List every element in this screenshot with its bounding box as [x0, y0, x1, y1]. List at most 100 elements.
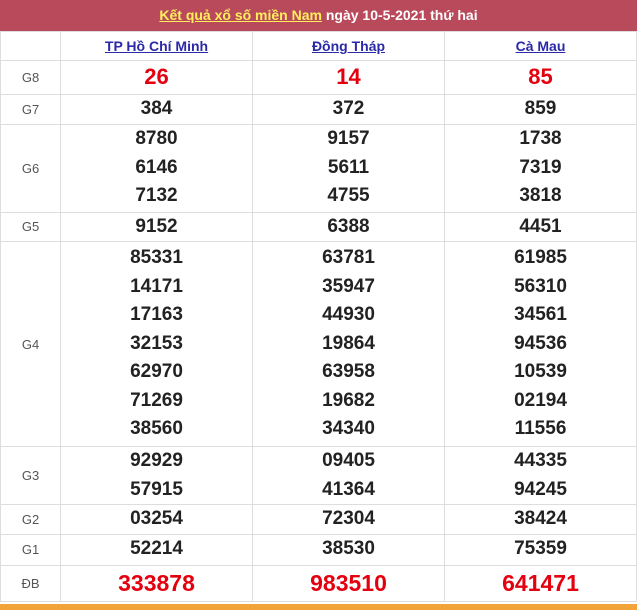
prize-number: 02194 [514, 389, 567, 411]
prize-number: 85 [528, 64, 553, 90]
prize-cell: 4451 [444, 211, 637, 242]
prize-number: 641471 [502, 569, 579, 596]
prize-cell: 63781 35947 44930 19864 63958 19682 34340 [252, 241, 445, 447]
prize-number: 6388 [327, 215, 370, 237]
prize-cell: 92929 57915 [60, 446, 253, 505]
province-link[interactable]: Cà Mau [516, 38, 566, 54]
prize-row: G8 26 14 85 [0, 60, 637, 95]
prize-label: G1 [0, 533, 61, 566]
prize-cell: 384 [60, 94, 253, 125]
prize-number: 9157 [327, 128, 370, 150]
province-cell: TP Hồ Chí Minh [60, 31, 253, 61]
prize-number: 56310 [514, 275, 567, 297]
results-title-link[interactable]: Kết quả xổ số miền Nam [159, 7, 322, 23]
prize-cell: 72304 [252, 504, 445, 535]
prize-cell: 333878 [60, 564, 253, 602]
prize-cell: 9152 [60, 211, 253, 242]
prize-number: 38530 [322, 538, 375, 560]
prize-number: 17163 [130, 304, 183, 326]
prize-number: 62970 [130, 361, 183, 383]
prize-cell: 38530 [252, 533, 445, 566]
prize-label: G5 [0, 211, 61, 242]
prize-number: 9152 [135, 215, 178, 237]
prize-number: 75359 [514, 538, 567, 560]
prize-number: 09405 [322, 450, 375, 471]
results-date: ngày 10-5-2021 thứ hai [325, 7, 478, 23]
prize-label: G7 [0, 94, 61, 125]
prize-number: 32153 [130, 332, 183, 354]
prize-number: 1738 [519, 128, 562, 150]
prize-cell: 641471 [444, 564, 637, 602]
prize-cell: 85331 14171 17163 32153 62970 71269 38560 [60, 241, 253, 447]
prize-label: G3 [0, 446, 61, 505]
prize-number: 38560 [130, 418, 183, 440]
prize-number: 6146 [135, 156, 178, 178]
prize-row: G7 384 372 859 [0, 94, 637, 125]
prize-label: ĐB [0, 564, 61, 602]
prize-rows: G8 26 14 85 G7 384 372 859 G6 8780 6146 7132 9157 561… [0, 60, 637, 602]
prize-cell: 85 [444, 60, 637, 95]
results-header: Kết quả xổ số miền Nam ngày 10-5-2021 th… [0, 0, 637, 31]
province-link[interactable]: TP Hồ Chí Minh [105, 38, 208, 54]
prize-row: G6 8780 6146 7132 9157 5611 4755 1738 7319 3818 [0, 123, 637, 213]
prize-cell: 75359 [444, 533, 637, 566]
prize-cell: 44335 94245 [444, 446, 637, 505]
prize-number: 44930 [322, 304, 375, 326]
prize-number: 333878 [118, 569, 195, 596]
prize-number: 85331 [130, 247, 183, 269]
prize-number: 14171 [130, 275, 183, 297]
prize-number: 63781 [322, 247, 375, 269]
prize-cell: 14 [252, 60, 445, 95]
prize-number: 983510 [310, 569, 387, 596]
prize-row: G4 85331 14171 17163 32153 62970 71269 38560 637… [0, 241, 637, 447]
prize-number: 52214 [130, 538, 183, 560]
prize-number: 61985 [514, 247, 567, 269]
prize-cell: 1738 7319 3818 [444, 123, 637, 213]
prize-number: 7132 [135, 185, 178, 207]
prize-row: G5 9152 6388 4451 [0, 211, 637, 242]
prize-cell: 26 [60, 60, 253, 95]
prize-number: 19682 [322, 389, 375, 411]
prize-cell: 372 [252, 94, 445, 125]
prize-number: 4755 [327, 185, 370, 207]
lottery-results-table: TP Hồ Chí Minh Đồng Tháp Cà Mau G8 26 14 85… [0, 31, 637, 602]
prize-number: 10539 [514, 361, 567, 383]
prize-cell: 03254 [60, 504, 253, 535]
prize-number: 03254 [130, 508, 183, 529]
prize-number: 384 [140, 98, 173, 119]
prize-label: G8 [0, 60, 61, 95]
prize-number: 4451 [519, 215, 562, 237]
prize-cell: 6388 [252, 211, 445, 242]
prize-cell: 983510 [252, 564, 445, 602]
prize-number: 34340 [322, 418, 375, 440]
province-header-row: TP Hồ Chí Minh Đồng Tháp Cà Mau [0, 31, 637, 61]
prize-number: 94245 [514, 478, 567, 500]
footer-bar [0, 604, 637, 610]
prize-row: G1 52214 38530 75359 [0, 533, 637, 566]
province-cell: Đồng Tháp [252, 31, 445, 61]
prize-number: 8780 [135, 128, 178, 150]
prize-number: 94536 [514, 332, 567, 354]
prize-label: G4 [0, 241, 61, 447]
prize-label: G6 [0, 123, 61, 213]
prize-number: 41364 [322, 478, 375, 500]
prize-number: 26 [144, 64, 169, 90]
prize-cell: 38424 [444, 504, 637, 535]
prize-number: 57915 [130, 478, 183, 500]
prize-number: 44335 [514, 450, 567, 471]
prize-label: G2 [0, 504, 61, 535]
prize-number: 92929 [130, 450, 183, 471]
prize-number: 34561 [514, 304, 567, 326]
prize-number: 859 [524, 98, 557, 119]
prize-number: 72304 [322, 508, 375, 529]
province-link[interactable]: Đồng Tháp [312, 38, 385, 54]
prize-cell: 61985 56310 34561 94536 10539 02194 11556 [444, 241, 637, 447]
prize-number: 71269 [130, 389, 183, 411]
prize-number: 14 [336, 64, 361, 90]
prize-number: 19864 [322, 332, 375, 354]
prize-row: G3 92929 57915 09405 41364 44335 94245 [0, 446, 637, 505]
prize-number: 63958 [322, 361, 375, 383]
prize-row: ĐB 333878 983510 641471 [0, 564, 637, 602]
prize-number: 35947 [322, 275, 375, 297]
prize-number: 38424 [514, 508, 567, 529]
